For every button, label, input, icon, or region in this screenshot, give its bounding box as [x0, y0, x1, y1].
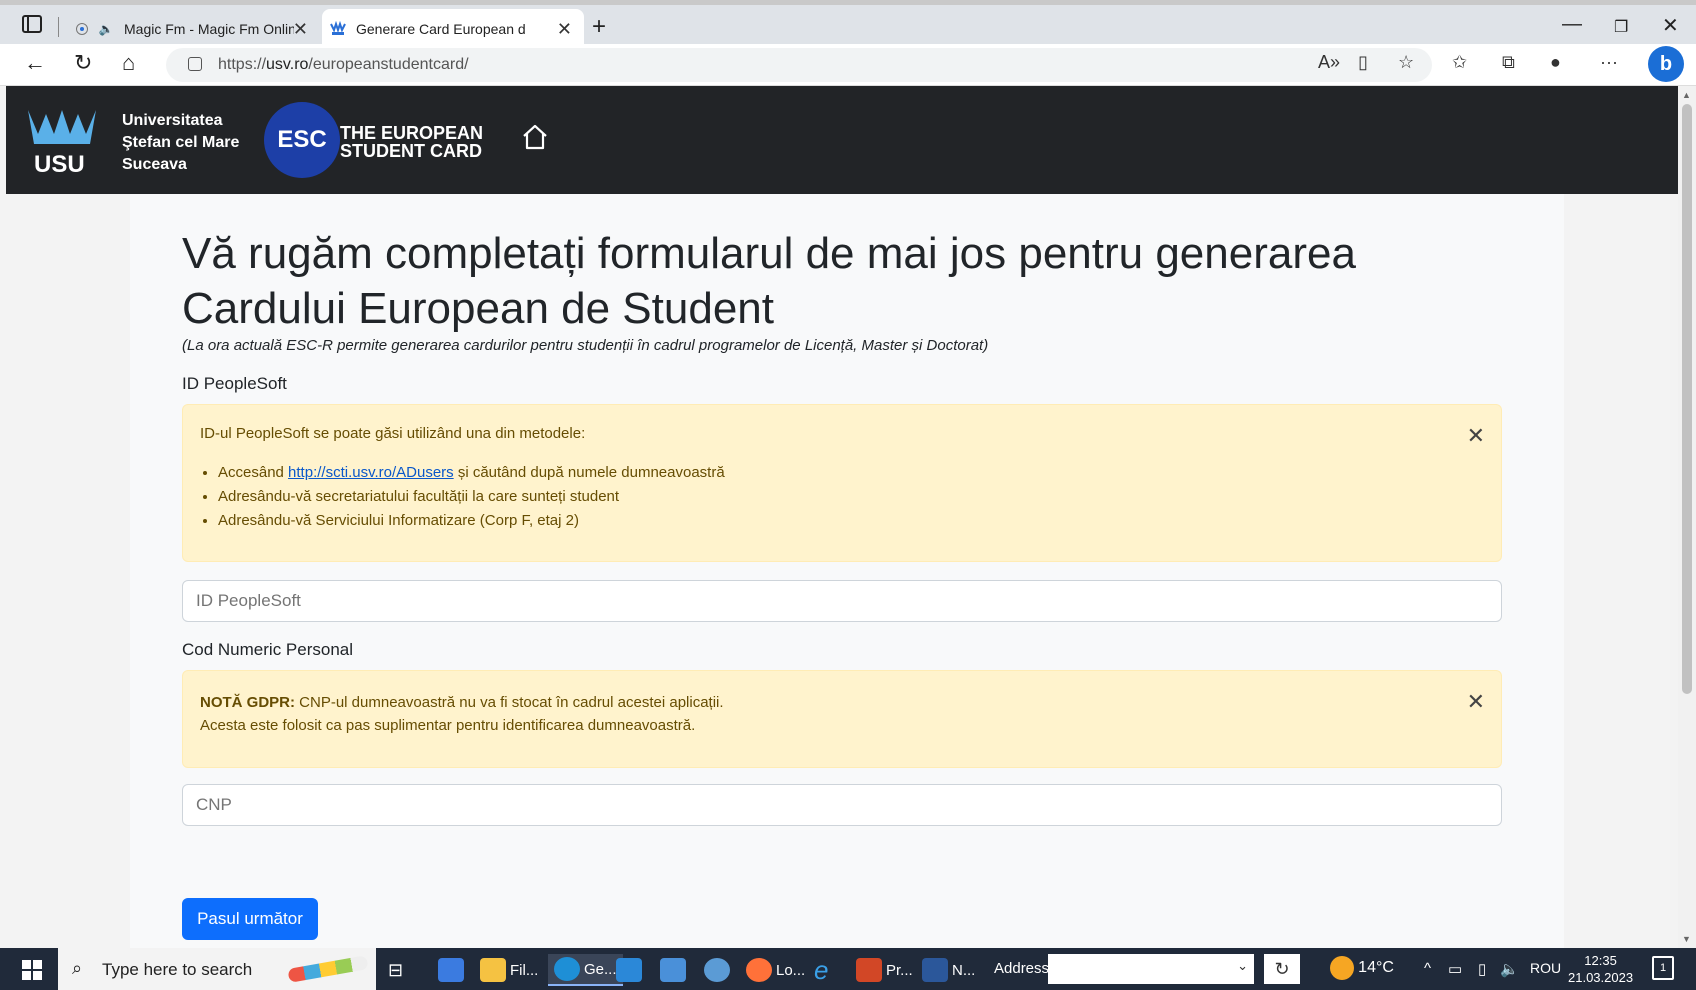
weather-sun-icon [1330, 956, 1354, 980]
minimize-icon[interactable]: — [1562, 13, 1582, 36]
close-window-icon[interactable]: ✕ [1662, 13, 1679, 38]
close-tab-icon[interactable]: ✕ [293, 19, 308, 40]
scrollbar-thumb[interactable] [1682, 104, 1692, 694]
cnp-label: Cod Numeric Personal [182, 640, 354, 659]
esc-logo-icon[interactable]: ESC [264, 102, 340, 178]
search-icon: ⌕ [72, 958, 83, 978]
svg-text:USU: USU [34, 151, 85, 176]
scroll-up-icon[interactable]: ▲ [1682, 90, 1691, 100]
internet-explorer-icon[interactable]: e [814, 954, 828, 986]
peoplesoft-label: ID PeopleSoft [182, 374, 287, 393]
chevron-down-icon[interactable]: ⌄ [1237, 958, 1248, 974]
adusers-link[interactable]: http://scti.usv.ro/ADusers [288, 464, 454, 481]
address-toolbar-label: Address [994, 960, 1050, 977]
back-arrow-icon[interactable]: ← [24, 50, 46, 76]
close-alert-icon[interactable]: ✕ [1467, 423, 1485, 449]
collections-icon[interactable]: ⧉ [1502, 52, 1515, 73]
close-alert-icon[interactable]: ✕ [1467, 689, 1485, 715]
close-tab-icon[interactable]: ✕ [557, 19, 572, 40]
address-toolbar-input[interactable]: ⌄ [1048, 954, 1254, 984]
speaker-icon[interactable]: 🔈 [98, 21, 114, 37]
taskbar-powerpoint[interactable]: Pr... [856, 954, 913, 986]
word-icon [922, 958, 948, 982]
tab-separator [58, 17, 59, 37]
windows-start-icon[interactable] [22, 960, 42, 980]
store-icon[interactable] [438, 954, 468, 986]
record-icon [74, 21, 90, 37]
form-container: Vă rugăm completați formularul de mai jo… [130, 194, 1564, 948]
file-explorer-icon [480, 958, 506, 982]
taskbar-edge[interactable]: Ge... [548, 954, 623, 986]
restore-icon[interactable]: ❐ [1614, 17, 1628, 37]
university-name[interactable]: Universitatea Ştefan cel Mare Suceava [122, 110, 239, 176]
url-text: https://usv.ro/europeanstudentcard/ [218, 56, 469, 73]
home-icon[interactable] [520, 122, 550, 152]
address-refresh-icon[interactable]: ↻ [1264, 954, 1300, 984]
usv-favicon-icon [330, 21, 346, 37]
battery-icon[interactable]: ▯ [1478, 960, 1486, 978]
cnp-input[interactable] [182, 784, 1502, 826]
gdpr-text: NOTĂ GDPR: CNP-ul dumneavoastră nu va fi… [200, 694, 724, 734]
url-field[interactable]: https://usv.ro/europeanstudentcard/ [166, 48, 1432, 82]
gdpr-alert: NOTĂ GDPR: CNP-ul dumneavoastră nu va fi… [182, 670, 1502, 768]
tab-generare-card[interactable]: Generare Card European de Student ✕ [322, 9, 584, 49]
notification-icon[interactable]: 1 [1652, 956, 1674, 980]
taskbar-clock[interactable]: 12:35 21.03.2023 [1568, 952, 1633, 986]
network-icon[interactable]: ▭ [1448, 960, 1462, 978]
next-step-button[interactable]: Pasul următor [182, 898, 318, 940]
taskbar-firefox[interactable]: Lo... [746, 954, 805, 986]
search-placeholder: Type here to search [102, 960, 253, 979]
control-panel-icon[interactable] [660, 954, 690, 986]
edge-icon [554, 957, 580, 981]
browser-address-bar: ← ↻ ⌂ https://usv.ro/europeanstudentcard… [0, 44, 1696, 86]
mail-icon[interactable] [616, 954, 646, 986]
site-header: USU Universitatea Ştefan cel Mare Suceav… [6, 86, 1678, 194]
taskbar-search[interactable]: ⌕ Type here to search [58, 948, 376, 990]
tab-title: Generare Card European de Student [356, 21, 526, 37]
immersive-reader-icon[interactable]: ▯ [1358, 52, 1368, 73]
add-favorite-icon[interactable]: ☆ [1398, 52, 1414, 73]
alert-intro: ID-ul PeopleSoft se poate găsi utilizând… [200, 425, 586, 442]
page-title: Vă rugăm completați formularul de mai jo… [182, 229, 1356, 333]
tab-title: Magic Fm - Magic Fm Online [124, 21, 294, 37]
show-hidden-icons-icon[interactable]: ^ [1424, 960, 1431, 977]
list-item: Accesând http://scti.usv.ro/ADusers și c… [218, 461, 725, 485]
bing-chat-icon[interactable]: b [1648, 46, 1684, 82]
taskbar-word[interactable]: N... [922, 954, 975, 986]
esc-logo-text[interactable]: THE EUROPEAN STUDENT CARD [340, 124, 483, 160]
lock-icon[interactable] [188, 57, 202, 71]
language-indicator[interactable]: ROU [1530, 960, 1561, 976]
refresh-icon[interactable]: ↻ [74, 50, 92, 76]
page-viewport: USU Universitatea Ştefan cel Mare Suceav… [6, 86, 1678, 948]
methods-list: Accesând http://scti.usv.ro/ADusers și c… [218, 461, 725, 533]
messenger-icon[interactable] [704, 954, 734, 986]
tab-magic-fm[interactable]: 🔈 Magic Fm - Magic Fm Online ✕ [66, 9, 320, 49]
favorites-icon[interactable]: ✩ [1452, 52, 1467, 73]
search-highlight-image [287, 955, 369, 983]
page-subtitle: (La ora actuală ESC-R permite generarea … [182, 337, 989, 354]
browser-tab-bar: 🔈 Magic Fm - Magic Fm Online ✕ Generare … [0, 0, 1696, 49]
new-tab-icon[interactable]: + [592, 13, 606, 41]
more-options-icon[interactable]: ··· [1600, 52, 1618, 73]
list-item: Adresându-vă secretariatului facultății … [218, 485, 725, 509]
firefox-icon [746, 958, 772, 982]
powerpoint-icon [856, 958, 882, 982]
home-icon[interactable]: ⌂ [122, 50, 135, 76]
read-aloud-icon[interactable]: A» [1318, 52, 1340, 73]
weather-widget[interactable]: 14°C [1330, 956, 1394, 980]
page-scrollbar[interactable]: ▲ ▼ [1678, 86, 1696, 948]
peoplesoft-id-input[interactable] [182, 580, 1502, 622]
scroll-down-icon[interactable]: ▼ [1682, 934, 1691, 944]
profile-avatar-icon[interactable]: ● [1550, 52, 1561, 73]
peoplesoft-info-alert: ID-ul PeopleSoft se poate găsi utilizând… [182, 404, 1502, 562]
sidebar-toggle-icon[interactable] [22, 15, 42, 33]
usv-logo-icon[interactable]: USU [24, 104, 100, 176]
taskbar-file-explorer[interactable]: Fil... [480, 954, 538, 986]
windows-taskbar: ⌕ Type here to search ⊟ Fil... Ge... Lo.… [0, 948, 1696, 990]
volume-icon[interactable]: 🔈 [1500, 960, 1519, 978]
task-view-icon[interactable]: ⊟ [388, 954, 403, 986]
list-item: Adresându-vă Serviciului Informatizare (… [218, 509, 725, 533]
